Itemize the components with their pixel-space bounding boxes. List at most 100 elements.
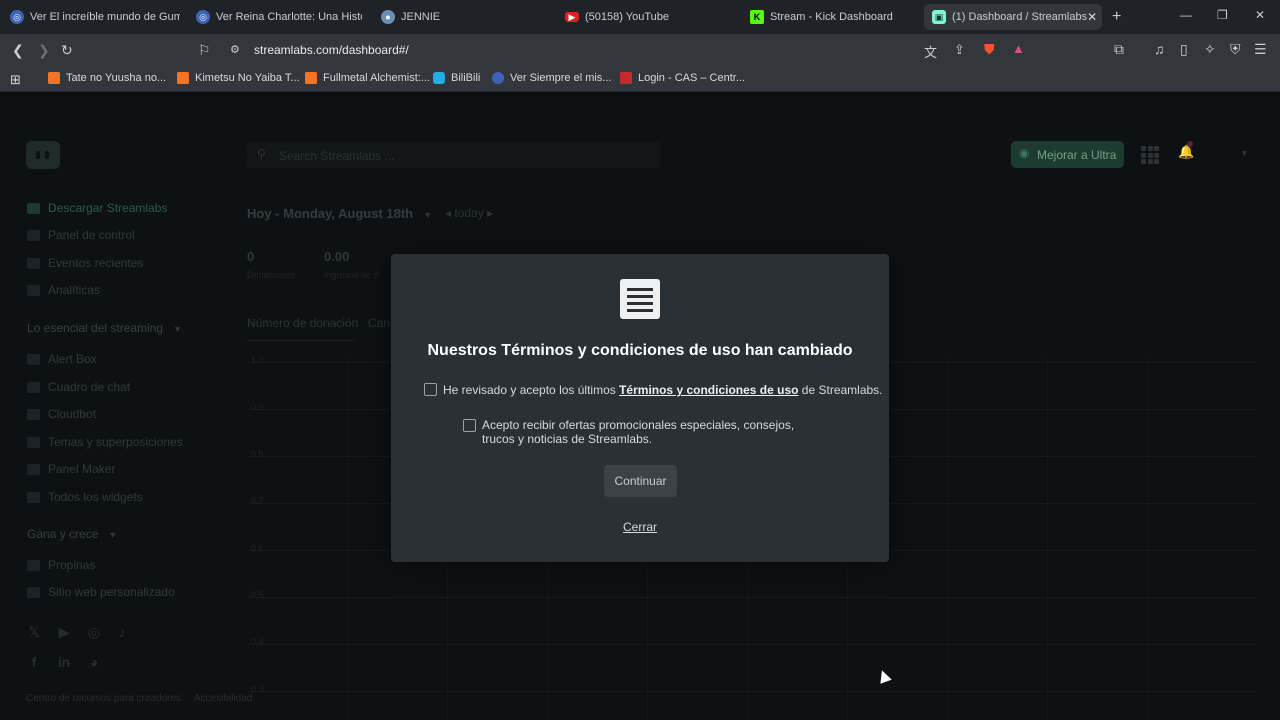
sidebar-item-panel-maker[interactable]: Panel Maker — [27, 462, 115, 476]
discord-icon[interactable]: ◕ — [86, 654, 102, 670]
crunchyroll-icon — [177, 72, 189, 84]
apps-icon[interactable]: ⊞ — [10, 72, 21, 88]
tiktok-icon[interactable]: ♪ — [114, 624, 130, 640]
widgets-icon — [27, 491, 40, 503]
menu-icon[interactable]: ☰ — [1254, 41, 1267, 58]
browser-tab[interactable]: ◎ Ver Reina Charlotte: Una Historia — [196, 4, 362, 30]
promo-offers-checkbox[interactable] — [463, 419, 476, 432]
url-text[interactable]: streamlabs.com/dashboard#/ — [254, 43, 409, 57]
sidebar-item-alert-box[interactable]: Alert Box — [27, 352, 97, 366]
translate-icon[interactable]: 文 — [924, 42, 937, 61]
y-tick-label: 0.6 — [251, 543, 264, 553]
continue-button[interactable]: Continuar — [604, 465, 677, 497]
instagram-icon[interactable]: ◎ — [86, 624, 102, 640]
vpn-icon[interactable]: ⛨ — [1230, 41, 1241, 58]
sidebar: Descargar Streamlabs Panel de control Ev… — [0, 96, 252, 720]
sidebar-item-tips[interactable]: Propinas — [27, 558, 95, 572]
bookmark-item[interactable]: BiliBili — [433, 72, 480, 84]
youtube-icon[interactable]: ▶ — [56, 624, 72, 640]
sidebar-section-streaming[interactable]: Lo esencial del streaming ▼ — [27, 321, 182, 335]
browser-tab-bar: ◎ Ver El increíble mundo de Gumb ◎ Ver R… — [0, 0, 1280, 34]
linkedin-icon[interactable]: in — [56, 654, 72, 670]
search-icon: ⚲ — [257, 147, 266, 161]
sidebar-section-grow[interactable]: Gana y crece ▼ — [27, 527, 117, 541]
bookmark-item[interactable]: Ver Siempre el mis... — [492, 72, 611, 84]
bilibili-icon — [433, 72, 445, 84]
browser-tab[interactable]: K Stream - Kick Dashboard — [750, 4, 910, 30]
x-twitter-icon[interactable]: 𝕏 — [26, 624, 42, 640]
new-tab-icon[interactable]: + — [1112, 8, 1121, 26]
bookmarks-bar: ⊞ Tate no Yuusha no... Kimetsu No Yaiba … — [0, 66, 1280, 92]
stat-revenue-value: 0.00 — [324, 249, 350, 264]
address-bar[interactable]: ⚙ streamlabs.com/dashboard#/ 文 ⇪ ⛊ ▲ — [196, 37, 1034, 63]
apps-grid-icon[interactable] — [1141, 146, 1159, 164]
stat-revenue-label: Ingresos de d — [324, 270, 379, 280]
chevron-down-icon: ▼ — [108, 530, 118, 540]
sidebar-toggle-icon[interactable]: ▯ — [1180, 41, 1188, 58]
stat-donations-value: 0 — [247, 249, 255, 264]
terms-link[interactable]: Términos y condiciones de uso — [619, 383, 798, 397]
screenshot-icon[interactable]: ⧉ — [1114, 41, 1124, 58]
crunchyroll-icon — [305, 72, 317, 84]
globe-icon — [492, 72, 504, 84]
bookmark-item[interactable]: Fullmetal Alchemist:... — [305, 72, 430, 84]
sidebar-item-download[interactable]: Descargar Streamlabs — [27, 201, 167, 215]
back-icon[interactable]: ❮ — [12, 42, 24, 59]
media-icon[interactable]: ♫ — [1154, 41, 1165, 57]
bookmark-item[interactable]: Tate no Yuusha no... — [48, 72, 166, 84]
notifications-icon[interactable]: 🔔 — [1178, 141, 1194, 160]
sidebar-item-website[interactable]: Sitio web personalizado — [27, 585, 175, 599]
sidebar-item-chat-box[interactable]: Cuadro de chat — [27, 380, 130, 394]
chart-tab-amount[interactable]: Can — [368, 316, 390, 330]
close-link[interactable]: Cerrar — [391, 520, 889, 534]
sidebar-item-recent-events[interactable]: Eventos recientes — [27, 256, 143, 270]
cas-icon — [620, 72, 632, 84]
sidebar-item-all-widgets[interactable]: Todos los widgets — [27, 490, 143, 504]
website-icon — [27, 586, 40, 598]
reload-icon[interactable]: ↻ — [61, 42, 73, 59]
facebook-icon[interactable]: f — [26, 654, 42, 670]
browser-tab-active[interactable]: ▣ (1) Dashboard / Streamlabs ✕ — [924, 4, 1102, 30]
search-input[interactable]: Search Streamlabs ... — [279, 149, 394, 163]
bookmark-item[interactable]: Kimetsu No Yaiba T... — [177, 72, 300, 84]
browser-tab[interactable]: ▶ (50158) YouTube — [565, 4, 725, 30]
terms-accept-label: He revisado y acepto los últimos Término… — [443, 383, 883, 397]
brave-shields-icon[interactable]: ⛊ — [984, 41, 995, 58]
close-tab-icon[interactable]: ✕ — [1087, 10, 1097, 24]
date-selector[interactable]: Hoy - Monday, August 18th ▼ — [247, 206, 432, 221]
browser-tab[interactable]: ● JENNIE — [381, 4, 541, 30]
site-favicon-icon: ● — [381, 10, 395, 24]
site-settings-icon[interactable]: ⚙ — [230, 43, 240, 56]
terms-accept-checkbox[interactable] — [424, 383, 437, 396]
sidebar-item-analytics[interactable]: Analíticas — [27, 283, 100, 297]
y-tick-label: 0.3 — [251, 684, 264, 694]
forward-icon[interactable]: ❯ — [38, 42, 50, 59]
account-dropdown-icon[interactable]: ▼ — [1240, 148, 1249, 158]
window-close-icon[interactable]: ✕ — [1255, 8, 1265, 22]
upgrade-ultra-button[interactable]: ◉ Mejorar a Ultra — [1011, 141, 1124, 168]
footer-accessibility-link[interactable]: Accesibilidad — [194, 693, 252, 704]
sidebar-item-cloudbot[interactable]: Cloudbot — [27, 407, 96, 421]
today-nav[interactable]: ◂ today ▸ — [445, 206, 493, 220]
sidebar-item-dashboard[interactable]: Panel de control — [27, 228, 135, 242]
restore-icon[interactable]: ❐ — [1217, 8, 1228, 22]
browser-tab[interactable]: ◎ Ver El increíble mundo de Gumb — [10, 4, 180, 30]
chevron-left-icon[interactable]: ◂ — [445, 206, 451, 220]
document-icon — [620, 279, 660, 319]
chevron-right-icon[interactable]: ▸ — [487, 206, 493, 220]
streamlabs-icon: ▣ — [932, 10, 946, 24]
sidebar-item-themes[interactable]: Temas y superposiciones — [27, 435, 183, 449]
download-icon — [27, 202, 40, 214]
chat-icon — [27, 381, 40, 393]
leo-ai-icon[interactable]: ✧ — [1204, 41, 1216, 58]
y-tick-label: 0.4 — [251, 637, 264, 647]
search-bar[interactable]: ⚲ Search Streamlabs ... — [247, 142, 661, 168]
share-icon[interactable]: ⇪ — [954, 42, 965, 58]
footer-creator-resources-link[interactable]: Centro de recursos para creadores — [26, 693, 181, 704]
bookmark-item[interactable]: Login - CAS – Centr... — [620, 72, 745, 84]
chart-tab-donation-count[interactable]: Número de donación — [247, 316, 358, 330]
brave-rewards-icon[interactable]: ▲ — [1012, 41, 1025, 56]
globe-icon: ◎ — [196, 10, 210, 24]
minimize-icon[interactable]: — — [1180, 8, 1192, 22]
modal-title: Nuestros Términos y condiciones de uso h… — [427, 342, 853, 359]
